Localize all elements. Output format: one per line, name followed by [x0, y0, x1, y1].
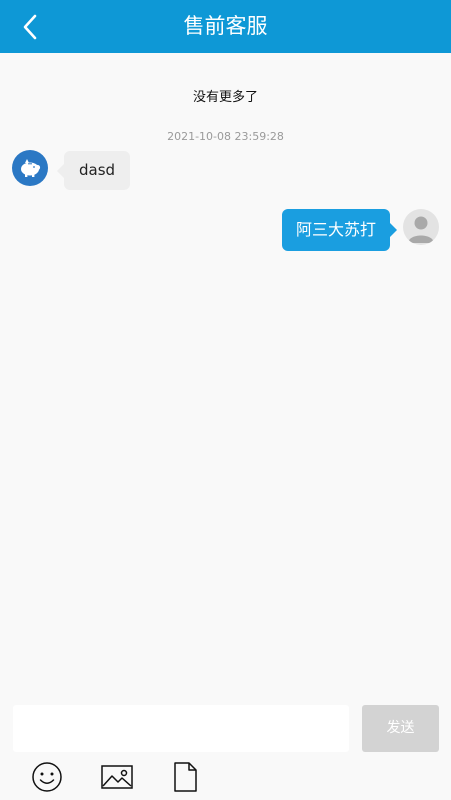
agent-avatar[interactable]: [12, 150, 48, 186]
page-title: 售前客服: [183, 14, 268, 38]
outgoing-message-bubble[interactable]: 阿三大苏打: [281, 209, 398, 251]
file-icon: [174, 762, 197, 792]
no-more-history-label: 没有更多了: [192, 90, 258, 105]
emoji-button[interactable]: [30, 760, 64, 794]
piggy-bank-icon: [21, 159, 41, 177]
user-avatar[interactable]: [403, 209, 439, 245]
message-timestamp: 2021-10-08 23:59:28: [167, 130, 284, 143]
send-button[interactable]: 发送: [362, 705, 439, 752]
message-input[interactable]: [13, 705, 349, 752]
emoji-icon: [32, 762, 62, 792]
header-bar: 售前客服: [0, 0, 451, 53]
image-icon: [101, 765, 133, 789]
file-button[interactable]: [168, 760, 202, 794]
default-user-icon: [408, 216, 434, 243]
image-button[interactable]: [100, 760, 134, 794]
incoming-message-bubble[interactable]: dasd: [56, 151, 131, 190]
